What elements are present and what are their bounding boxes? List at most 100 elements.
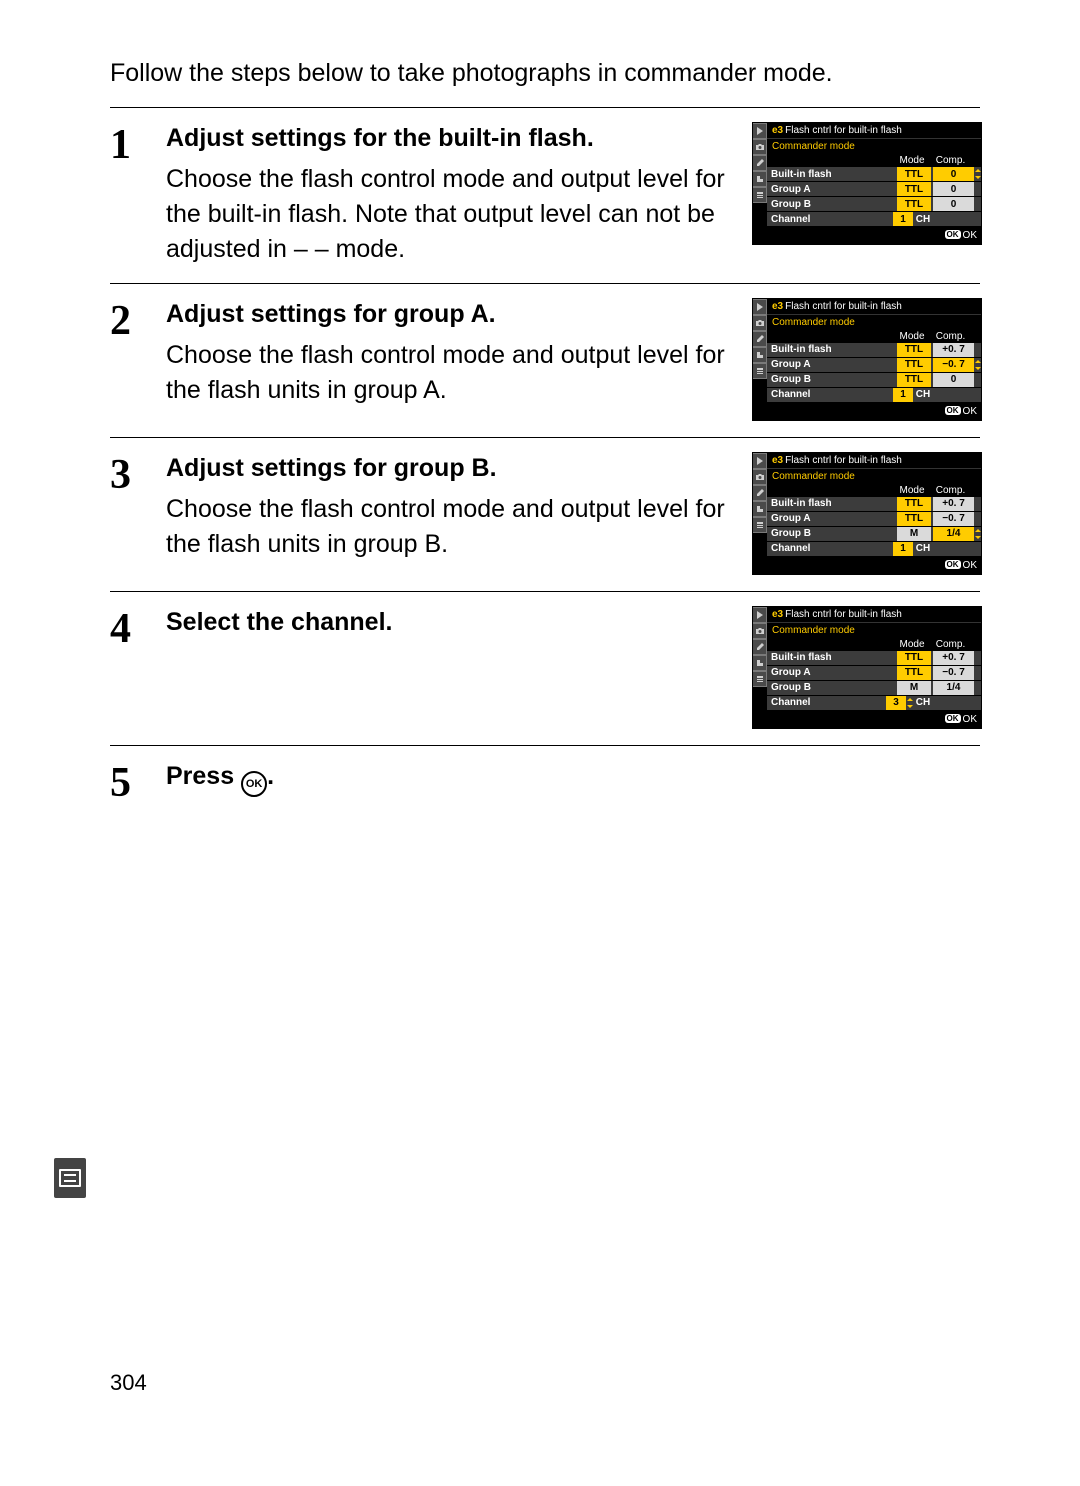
setting-title: Flash cntrl for built-in flash: [785, 609, 902, 620]
setting-code: e3: [772, 301, 783, 312]
setting-title: Flash cntrl for built-in flash: [785, 125, 902, 136]
menu-list-icon: [54, 1158, 86, 1198]
row-label: Group B: [767, 373, 895, 387]
lcd-screenshot: e3Flash cntrl for built-in flashCommande…: [752, 606, 980, 729]
lcd-row: Built-in flashTTL+0. 7: [767, 343, 981, 357]
recent-tab-icon: [753, 187, 767, 203]
step-number: 2: [110, 298, 166, 342]
comp-value: 1/4: [933, 527, 974, 541]
step-title: Adjust settings for the built-in flash.: [166, 122, 738, 156]
step-number: 4: [110, 606, 166, 650]
spinner-icon: [975, 167, 981, 181]
comp-value: −0. 7: [933, 512, 974, 526]
col-mode: Mode: [894, 155, 930, 166]
lcd-row: Group BTTL0: [767, 197, 981, 211]
row-label: Channel: [767, 388, 891, 402]
step-number: 5: [110, 760, 166, 804]
comp-value: +0. 7: [933, 651, 974, 665]
lcd-row: Built-in flashTTL+0. 7: [767, 497, 981, 511]
comp-value: 0: [933, 167, 974, 181]
step: 3Adjust settings for group B.Choose the …: [110, 438, 980, 592]
row-label: Group A: [767, 666, 895, 680]
lcd-row: Group BM1/4: [767, 681, 981, 695]
step-paragraph: Choose the flash control mode and output…: [166, 162, 738, 267]
row-label: Group B: [767, 681, 895, 695]
step-number: 3: [110, 452, 166, 496]
mode-value: TTL: [897, 512, 931, 526]
channel-label: CH: [913, 542, 933, 556]
setting-code: e3: [772, 609, 783, 620]
lcd-screenshot: e3Flash cntrl for built-in flashCommande…: [752, 298, 980, 421]
row-label: Channel: [767, 696, 884, 710]
lcd-row: Channel1CH: [767, 542, 981, 556]
mode-value: TTL: [897, 197, 931, 211]
retouch-tab-icon: [753, 501, 767, 517]
lcd-row: Built-in flashTTL0: [767, 167, 981, 181]
row-label: Group B: [767, 197, 895, 211]
channel-label: CH: [913, 696, 933, 710]
pencil-tab-icon: [753, 485, 767, 501]
setting-code: e3: [772, 125, 783, 136]
col-mode: Mode: [894, 485, 930, 496]
lcd-row: Channel3CH: [767, 696, 981, 710]
page-number: 304: [110, 1370, 147, 1396]
recent-tab-icon: [753, 363, 767, 379]
mode-value: TTL: [897, 497, 931, 511]
step-title: Adjust settings for group B.: [166, 452, 738, 486]
pencil-tab-icon: [753, 639, 767, 655]
lcd-row: Group ATTL−0. 7: [767, 358, 981, 372]
row-label: Group B: [767, 527, 895, 541]
lcd-footer: OKOK: [767, 403, 981, 420]
channel-value: 1: [893, 542, 913, 556]
col-comp: Comp.: [930, 155, 971, 166]
channel-value: 1: [893, 212, 913, 226]
step-title: Select the channel.: [166, 606, 738, 640]
lcd-row: Group ATTL−0. 7: [767, 512, 981, 526]
row-label: Group A: [767, 358, 895, 372]
comp-value: +0. 7: [933, 497, 974, 511]
comp-value: 0: [933, 197, 974, 211]
lcd-footer: OKOK: [767, 227, 981, 244]
mode-value: TTL: [897, 167, 931, 181]
recent-tab-icon: [753, 517, 767, 533]
step-number: 1: [110, 122, 166, 166]
play-tab-icon: [753, 607, 767, 623]
spinner-icon: [975, 527, 981, 541]
intro-text: Follow the steps below to take photograp…: [110, 56, 980, 91]
comp-value: 0: [933, 182, 974, 196]
step: 2Adjust settings for group A.Choose the …: [110, 284, 980, 438]
step-title: Press OK.: [166, 760, 980, 797]
play-tab-icon: [753, 453, 767, 469]
setting-title: Flash cntrl for built-in flash: [785, 455, 902, 466]
row-label: Channel: [767, 212, 891, 226]
mode-value: M: [897, 681, 931, 695]
lcd-footer: OKOK: [767, 711, 981, 728]
recent-tab-icon: [753, 671, 767, 687]
lcd-row: Channel1CH: [767, 388, 981, 402]
row-label: Built-in flash: [767, 343, 895, 357]
lcd-row: Group BTTL0: [767, 373, 981, 387]
camera-tab-icon: [753, 139, 767, 155]
row-label: Built-in flash: [767, 651, 895, 665]
lcd-screenshot: e3Flash cntrl for built-in flashCommande…: [752, 122, 980, 245]
mode-value: TTL: [897, 182, 931, 196]
retouch-tab-icon: [753, 655, 767, 671]
step: 5Press OK.: [110, 746, 980, 820]
steps-list: 1Adjust settings for the built-in flash.…: [110, 107, 980, 820]
comp-value: −0. 7: [933, 358, 974, 372]
play-tab-icon: [753, 123, 767, 139]
mode-value: TTL: [897, 343, 931, 357]
lcd-row: Group BM1/4: [767, 527, 981, 541]
retouch-tab-icon: [753, 347, 767, 363]
lcd-footer: OKOK: [767, 557, 981, 574]
lcd-row: Group ATTL−0. 7: [767, 666, 981, 680]
col-comp: Comp.: [930, 485, 971, 496]
mode-subtitle: Commander mode: [767, 469, 981, 484]
col-mode: Mode: [894, 639, 930, 650]
ok-button-icon: OK: [241, 771, 267, 797]
play-tab-icon: [753, 299, 767, 315]
camera-tab-icon: [753, 469, 767, 485]
col-comp: Comp.: [930, 331, 971, 342]
step: 4Select the channel. e3Flash cntrl for bu…: [110, 592, 980, 746]
camera-tab-icon: [753, 623, 767, 639]
